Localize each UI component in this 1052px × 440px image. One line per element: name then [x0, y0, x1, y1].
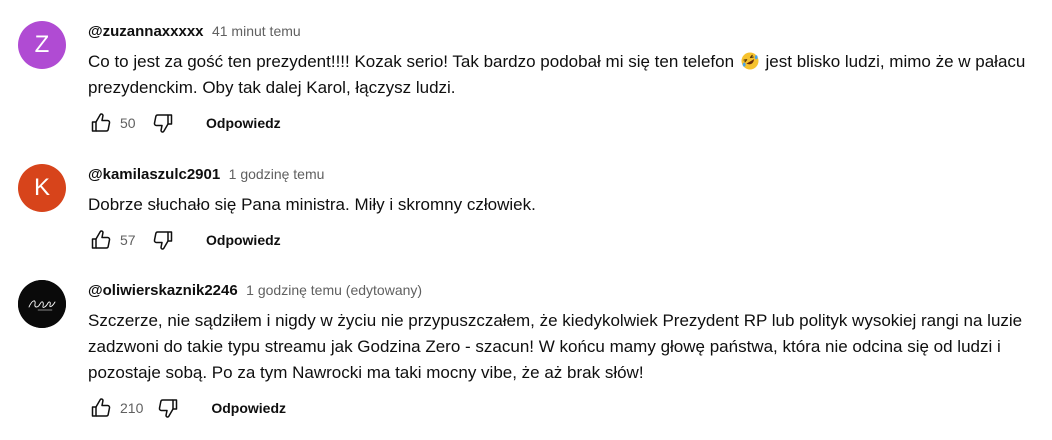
dislike-button[interactable] [150, 227, 176, 253]
like-count: 50 [120, 115, 136, 131]
comment-body: @kamilaszulc2901 1 godzinę temu Dobrze s… [88, 164, 1038, 218]
comment-header: @zuzannaxxxxx 41 minut temu [88, 21, 1038, 41]
like-button[interactable] [88, 227, 114, 253]
thumb-up-icon [91, 398, 111, 417]
reply-button[interactable]: Odpowiedz [206, 115, 281, 131]
avatar[interactable]: K [18, 164, 66, 212]
like-count: 57 [120, 232, 136, 248]
comment-timestamp[interactable]: 41 minut temu [212, 23, 301, 39]
thumb-down-icon [159, 399, 178, 418]
comment-text: Co to jest za gość ten prezydent!!!! Koz… [88, 49, 1028, 101]
rolling-on-floor-laughing-icon [741, 52, 759, 70]
comment-actions: 57 Odpowiedz [88, 226, 281, 254]
comment-author[interactable]: @zuzannaxxxxx [88, 23, 204, 40]
reply-button[interactable]: Odpowiedz [206, 232, 281, 248]
like-button[interactable] [88, 395, 114, 421]
thumb-up-icon [91, 113, 111, 132]
comment-body: @oliwierskaznik2246 1 godzinę temu (edyt… [88, 280, 1038, 386]
comment-author[interactable]: @kamilaszulc2901 [88, 166, 220, 183]
avatar-letter: Z [34, 31, 50, 58]
comment-header: @oliwierskaznik2246 1 godzinę temu (edyt… [88, 280, 1038, 300]
comment-header: @kamilaszulc2901 1 godzinę temu [88, 164, 1038, 184]
like-count: 210 [120, 400, 144, 416]
avatar[interactable] [18, 280, 66, 328]
dislike-button[interactable] [155, 395, 181, 421]
comment-actions: 50 Odpowiedz [88, 109, 281, 137]
comment-timestamp[interactable]: 1 godzinę temu (edytowany) [246, 282, 422, 298]
comment-timestamp[interactable]: 1 godzinę temu [229, 166, 325, 182]
signature-logo-icon [18, 280, 66, 328]
comment-body: @zuzannaxxxxx 41 minut temu Co to jest z… [88, 21, 1038, 101]
avatar-letter: K [33, 174, 50, 201]
thumb-down-icon [153, 114, 173, 133]
comment-text-part: Co to jest za gość ten prezydent!!!! Koz… [88, 52, 735, 71]
thumb-up-icon [91, 230, 111, 249]
comment-text: Szczerze, nie sądziłem i nigdy w życiu n… [88, 311, 1023, 382]
thumb-down-icon [153, 231, 173, 250]
like-button[interactable] [88, 110, 114, 136]
avatar[interactable]: Z [18, 21, 66, 69]
reply-button[interactable]: Odpowiedz [211, 400, 286, 416]
dislike-button[interactable] [150, 110, 176, 136]
comment-author[interactable]: @oliwierskaznik2246 [88, 282, 238, 299]
comment-text: Dobrze słuchało się Pana ministra. Miły … [88, 195, 536, 214]
comment-actions: 210 Odpowiedz [88, 394, 286, 422]
